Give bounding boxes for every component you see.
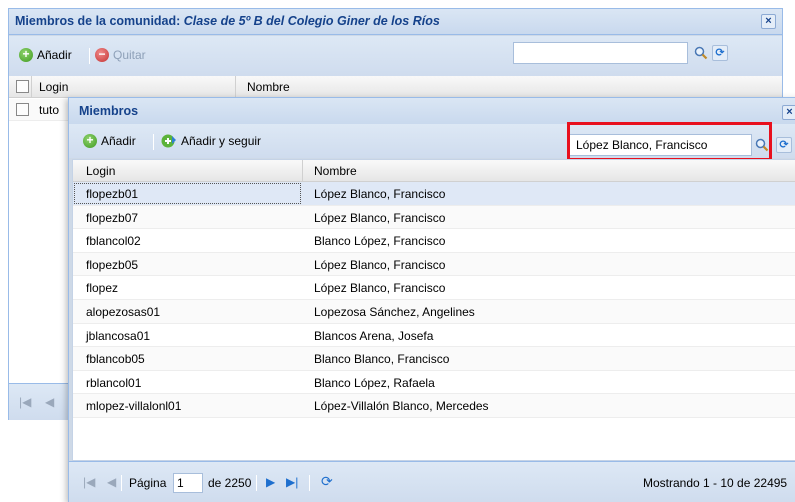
column-header-login[interactable]: Login xyxy=(39,80,68,94)
row-login: tuto xyxy=(39,103,60,117)
add-button-label: Añadir xyxy=(101,134,136,148)
prev-page-icon[interactable]: ◀ xyxy=(107,475,116,489)
column-header-name[interactable]: Nombre xyxy=(314,164,357,178)
column-header-name[interactable]: Nombre xyxy=(247,80,290,94)
first-page-icon[interactable]: |◀ xyxy=(19,395,31,409)
row-name: López Blanco, Francisco xyxy=(314,281,446,296)
members-title: Miembros xyxy=(79,104,139,118)
add-and-continue-icon xyxy=(161,134,176,148)
row-name: Lopezosa Sánchez, Angelines xyxy=(314,304,475,319)
grid-header: Login Nombre xyxy=(9,76,782,98)
search-input[interactable] xyxy=(513,42,688,64)
table-row[interactable]: fblancol02 Blanco López, Francisco xyxy=(73,229,795,253)
row-login: flopez xyxy=(86,281,119,296)
close-icon[interactable]: × xyxy=(761,14,776,29)
row-login: fblancol02 xyxy=(86,234,141,249)
row-name: López Blanco, Francisco xyxy=(314,187,446,201)
row-name: Blanco Blanco, Francisco xyxy=(314,352,450,367)
select-all-checkbox[interactable] xyxy=(16,80,29,93)
search-icon[interactable] xyxy=(694,46,708,60)
add-button[interactable]: + Añadir xyxy=(19,48,72,62)
row-login: alopezosas01 xyxy=(86,304,161,319)
refresh-icon[interactable]: ⟳ xyxy=(776,137,792,153)
remove-button[interactable]: − Quitar xyxy=(95,48,146,62)
add-button[interactable]: + Añadir xyxy=(83,134,136,148)
page-number-input[interactable]: 1 xyxy=(173,473,203,493)
pagination-separator xyxy=(309,475,310,491)
row-name: Blancos Arena, Josefa xyxy=(314,328,434,343)
refresh-icon[interactable]: ⟳ xyxy=(712,45,728,61)
minus-circle-icon: − xyxy=(95,48,109,62)
table-row[interactable]: mlopez-villalonl01 López-Villalón Blanco,… xyxy=(73,394,795,418)
table-row[interactable]: jblancosa01 Blancos Arena, Josefa xyxy=(73,324,795,348)
table-row[interactable]: fblancob05 Blanco Blanco, Francisco xyxy=(73,347,795,371)
prev-page-icon[interactable]: ◀ xyxy=(45,395,54,409)
table-row[interactable]: flopezb01 López Blanco, Francisco xyxy=(73,182,795,206)
column-separator xyxy=(302,160,303,182)
last-page-icon[interactable]: ▶| xyxy=(286,475,298,489)
plus-circle-icon: + xyxy=(19,48,33,62)
community-members-header: Miembros de la comunidad: Clase de 5º B … xyxy=(9,9,782,35)
row-name: López-Villalón Blanco, Mercedes xyxy=(314,399,489,414)
table-row[interactable]: flopez López Blanco, Francisco xyxy=(73,276,795,300)
refresh-icon[interactable]: ⟳ xyxy=(321,473,333,490)
grid-header: Login Nombre xyxy=(73,160,795,182)
title-community-name: Clase de 5º B del Colegio Giner de los R… xyxy=(183,14,440,28)
table-row[interactable]: alopezosas01 Lopezosa Sánchez, Angelines xyxy=(73,299,795,324)
community-toolbar: + Añadir − Quitar ⟳ xyxy=(9,36,782,76)
row-login: flopezb07 xyxy=(86,210,139,225)
next-page-icon[interactable]: ▶ xyxy=(266,475,275,489)
members-header: Miembros × xyxy=(69,98,795,124)
pagination-status: Mostrando 1 - 10 de 22495 xyxy=(643,476,788,490)
column-separator xyxy=(31,76,32,98)
grid-rows: flopezb01 López Blanco, Francisco flopezb… xyxy=(73,182,795,418)
title-prefix: Miembros de la comunidad: xyxy=(15,14,184,28)
row-login: jblancosa01 xyxy=(86,328,151,343)
members-grid: Login Nombre flopezb01 López Blanco, Fran… xyxy=(72,159,795,461)
search-highlight-box xyxy=(567,122,772,161)
row-name: López Blanco, Francisco xyxy=(314,257,446,272)
row-login: mlopez-villalonl01 xyxy=(86,399,182,414)
row-login: fblancob05 xyxy=(86,352,145,367)
remove-button-label: Quitar xyxy=(113,48,146,62)
toolbar-separator xyxy=(153,134,154,150)
row-checkbox[interactable] xyxy=(16,103,29,116)
table-row[interactable]: flopezb07 López Blanco, Francisco xyxy=(73,205,795,230)
plus-circle-icon: + xyxy=(83,134,97,148)
pagination-separator xyxy=(256,475,257,491)
members-pagination: |◀ ◀ Página 1 de 2250 ▶ ▶| ⟳ Mostrando 1… xyxy=(69,461,795,502)
pagination-separator xyxy=(121,475,122,491)
row-login: flopezb01 xyxy=(86,187,139,201)
row-name: Blanco López, Francisco xyxy=(314,234,446,249)
community-members-title: Miembros de la comunidad: Clase de 5º B … xyxy=(15,14,440,28)
column-separator xyxy=(235,76,236,98)
row-name: Blanco López, Rafaela xyxy=(314,375,435,390)
add-and-continue-label: Añadir y seguir xyxy=(181,134,262,148)
first-page-icon[interactable]: |◀ xyxy=(83,475,95,489)
add-and-continue-button[interactable]: Añadir y seguir xyxy=(161,134,261,148)
page-label: Página xyxy=(129,476,167,490)
table-row[interactable]: flopezb05 López Blanco, Francisco xyxy=(73,252,795,277)
members-window: Miembros × + Añadir Añadir y seguir Lópe… xyxy=(68,97,795,502)
row-login: flopezb05 xyxy=(86,257,139,272)
add-button-label: Añadir xyxy=(37,48,72,62)
page-count-label: de 2250 xyxy=(208,476,252,490)
close-icon[interactable]: × xyxy=(782,105,795,120)
toolbar-separator xyxy=(89,48,90,64)
row-login: rblancol01 xyxy=(86,375,142,390)
table-row[interactable]: rblancol01 Blanco López, Rafaela xyxy=(73,371,795,395)
column-header-login[interactable]: Login xyxy=(86,164,115,178)
row-name: López Blanco, Francisco xyxy=(314,210,446,225)
